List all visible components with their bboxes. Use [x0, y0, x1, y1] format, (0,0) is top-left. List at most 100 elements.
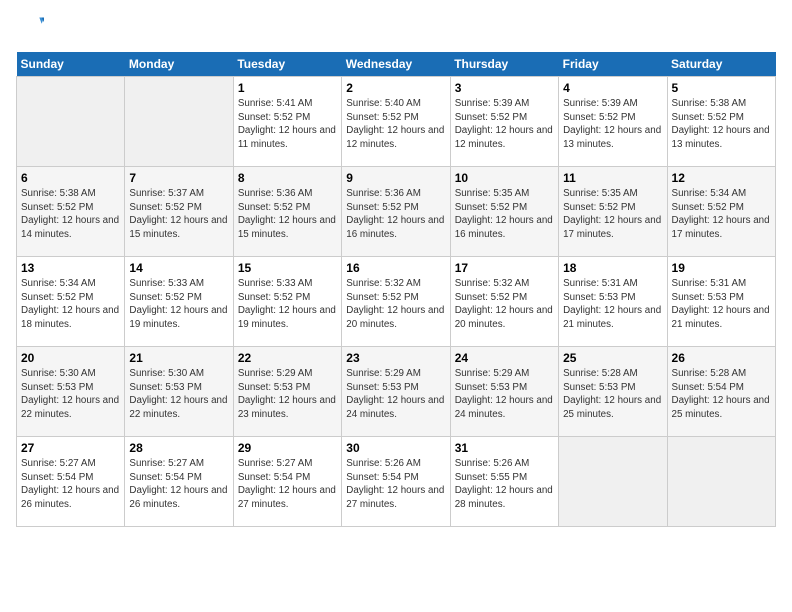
calendar-cell: 27 Sunrise: 5:27 AMSunset: 5:54 PMDayligh… [17, 437, 125, 527]
calendar-cell: 1 Sunrise: 5:41 AMSunset: 5:52 PMDaylight… [233, 77, 341, 167]
calendar-cell [667, 437, 775, 527]
calendar-cell: 20 Sunrise: 5:30 AMSunset: 5:53 PMDayligh… [17, 347, 125, 437]
calendar-cell: 17 Sunrise: 5:32 AMSunset: 5:52 PMDayligh… [450, 257, 558, 347]
day-number: 22 [238, 351, 337, 365]
day-number: 1 [238, 81, 337, 95]
day-number: 16 [346, 261, 445, 275]
day-info: Sunrise: 5:32 AMSunset: 5:52 PMDaylight:… [455, 277, 554, 332]
day-info: Sunrise: 5:39 AMSunset: 5:52 PMDaylight:… [563, 97, 662, 152]
day-number: 7 [129, 171, 228, 185]
day-number: 9 [346, 171, 445, 185]
day-number: 25 [563, 351, 662, 365]
day-info: Sunrise: 5:38 AMSunset: 5:52 PMDaylight:… [21, 187, 120, 242]
page-header [16, 16, 776, 44]
logo-icon [16, 16, 44, 44]
day-info: Sunrise: 5:30 AMSunset: 5:53 PMDaylight:… [21, 367, 120, 422]
logo [16, 16, 48, 44]
calendar-week-1: 1 Sunrise: 5:41 AMSunset: 5:52 PMDaylight… [17, 77, 776, 167]
day-info: Sunrise: 5:29 AMSunset: 5:53 PMDaylight:… [346, 367, 445, 422]
day-number: 4 [563, 81, 662, 95]
day-info: Sunrise: 5:34 AMSunset: 5:52 PMDaylight:… [21, 277, 120, 332]
day-info: Sunrise: 5:31 AMSunset: 5:53 PMDaylight:… [672, 277, 771, 332]
calendar-cell: 24Sunrise: 5:29 AMSunset: 5:53 PMDayligh… [450, 347, 558, 437]
calendar-cell: 25 Sunrise: 5:28 AMSunset: 5:53 PMDayligh… [559, 347, 667, 437]
day-info: Sunrise: 5:29 AMSunset: 5:53 PMDaylight:… [238, 367, 337, 422]
calendar-cell: 21 Sunrise: 5:30 AMSunset: 5:53 PMDayligh… [125, 347, 233, 437]
weekday-header-thursday: Thursday [450, 52, 558, 77]
day-number: 28 [129, 441, 228, 455]
day-number: 27 [21, 441, 120, 455]
weekday-header-wednesday: Wednesday [342, 52, 450, 77]
calendar-week-4: 20 Sunrise: 5:30 AMSunset: 5:53 PMDayligh… [17, 347, 776, 437]
day-number: 17 [455, 261, 554, 275]
day-info: Sunrise: 5:31 AMSunset: 5:53 PMDaylight:… [563, 277, 662, 332]
day-number: 23 [346, 351, 445, 365]
day-info: Sunrise: 5:38 AMSunset: 5:52 PMDaylight:… [672, 97, 771, 152]
day-info: Sunrise: 5:27 AMSunset: 5:54 PMDaylight:… [129, 457, 228, 512]
day-number: 29 [238, 441, 337, 455]
weekday-header-friday: Friday [559, 52, 667, 77]
calendar-cell: 5Sunrise: 5:38 AMSunset: 5:52 PMDaylight… [667, 77, 775, 167]
day-info: Sunrise: 5:35 AMSunset: 5:52 PMDaylight:… [563, 187, 662, 242]
calendar-cell: 10 Sunrise: 5:35 AMSunset: 5:52 PMDayligh… [450, 167, 558, 257]
day-number: 31 [455, 441, 554, 455]
calendar-cell: 6 Sunrise: 5:38 AMSunset: 5:52 PMDaylight… [17, 167, 125, 257]
day-info: Sunrise: 5:35 AMSunset: 5:52 PMDaylight:… [455, 187, 554, 242]
day-info: Sunrise: 5:36 AMSunset: 5:52 PMDaylight:… [238, 187, 337, 242]
day-info: Sunrise: 5:26 AMSunset: 5:54 PMDaylight:… [346, 457, 445, 512]
calendar-cell: 9 Sunrise: 5:36 AMSunset: 5:52 PMDaylight… [342, 167, 450, 257]
calendar-cell: 7 Sunrise: 5:37 AMSunset: 5:52 PMDaylight… [125, 167, 233, 257]
calendar-cell: 26Sunrise: 5:28 AMSunset: 5:54 PMDayligh… [667, 347, 775, 437]
day-number: 2 [346, 81, 445, 95]
calendar-cell: 29Sunrise: 5:27 AMSunset: 5:54 PMDayligh… [233, 437, 341, 527]
day-number: 30 [346, 441, 445, 455]
calendar-cell: 19Sunrise: 5:31 AMSunset: 5:53 PMDayligh… [667, 257, 775, 347]
calendar-cell: 28 Sunrise: 5:27 AMSunset: 5:54 PMDayligh… [125, 437, 233, 527]
calendar-cell [125, 77, 233, 167]
weekday-header-sunday: Sunday [17, 52, 125, 77]
day-number: 6 [21, 171, 120, 185]
calendar-week-3: 13 Sunrise: 5:34 AMSunset: 5:52 PMDayligh… [17, 257, 776, 347]
day-number: 20 [21, 351, 120, 365]
day-number: 18 [563, 261, 662, 275]
day-number: 24 [455, 351, 554, 365]
calendar-table: SundayMondayTuesdayWednesdayThursdayFrid… [16, 52, 776, 527]
day-info: Sunrise: 5:30 AMSunset: 5:53 PMDaylight:… [129, 367, 228, 422]
day-number: 3 [455, 81, 554, 95]
calendar-cell: 13 Sunrise: 5:34 AMSunset: 5:52 PMDayligh… [17, 257, 125, 347]
calendar-cell [17, 77, 125, 167]
day-info: Sunrise: 5:33 AMSunset: 5:52 PMDaylight:… [129, 277, 228, 332]
weekday-header-monday: Monday [125, 52, 233, 77]
day-info: Sunrise: 5:36 AMSunset: 5:52 PMDaylight:… [346, 187, 445, 242]
day-info: Sunrise: 5:34 AMSunset: 5:52 PMDaylight:… [672, 187, 771, 242]
day-info: Sunrise: 5:28 AMSunset: 5:53 PMDaylight:… [563, 367, 662, 422]
day-info: Sunrise: 5:33 AMSunset: 5:52 PMDaylight:… [238, 277, 337, 332]
day-number: 13 [21, 261, 120, 275]
calendar-cell: 15 Sunrise: 5:33 AMSunset: 5:52 PMDayligh… [233, 257, 341, 347]
day-info: Sunrise: 5:26 AMSunset: 5:55 PMDaylight:… [455, 457, 554, 512]
calendar-cell: 22 Sunrise: 5:29 AMSunset: 5:53 PMDayligh… [233, 347, 341, 437]
day-info: Sunrise: 5:27 AMSunset: 5:54 PMDaylight:… [21, 457, 120, 512]
day-info: Sunrise: 5:41 AMSunset: 5:52 PMDaylight:… [238, 97, 337, 152]
day-number: 12 [672, 171, 771, 185]
day-info: Sunrise: 5:40 AMSunset: 5:52 PMDaylight:… [346, 97, 445, 152]
calendar-cell: 30 Sunrise: 5:26 AMSunset: 5:54 PMDayligh… [342, 437, 450, 527]
calendar-week-2: 6 Sunrise: 5:38 AMSunset: 5:52 PMDaylight… [17, 167, 776, 257]
calendar-cell: 12 Sunrise: 5:34 AMSunset: 5:52 PMDayligh… [667, 167, 775, 257]
weekday-header-tuesday: Tuesday [233, 52, 341, 77]
calendar-header-row: SundayMondayTuesdayWednesdayThursdayFrid… [17, 52, 776, 77]
day-info: Sunrise: 5:28 AMSunset: 5:54 PMDaylight:… [672, 367, 771, 422]
calendar-cell: 3 Sunrise: 5:39 AMSunset: 5:52 PMDaylight… [450, 77, 558, 167]
calendar-cell: 14 Sunrise: 5:33 AMSunset: 5:52 PMDayligh… [125, 257, 233, 347]
day-number: 8 [238, 171, 337, 185]
weekday-header-saturday: Saturday [667, 52, 775, 77]
day-number: 10 [455, 171, 554, 185]
day-number: 15 [238, 261, 337, 275]
day-number: 14 [129, 261, 228, 275]
calendar-week-5: 27 Sunrise: 5:27 AMSunset: 5:54 PMDayligh… [17, 437, 776, 527]
day-info: Sunrise: 5:37 AMSunset: 5:52 PMDaylight:… [129, 187, 228, 242]
day-info: Sunrise: 5:39 AMSunset: 5:52 PMDaylight:… [455, 97, 554, 152]
day-number: 21 [129, 351, 228, 365]
day-number: 11 [563, 171, 662, 185]
calendar-cell: 16Sunrise: 5:32 AMSunset: 5:52 PMDayligh… [342, 257, 450, 347]
